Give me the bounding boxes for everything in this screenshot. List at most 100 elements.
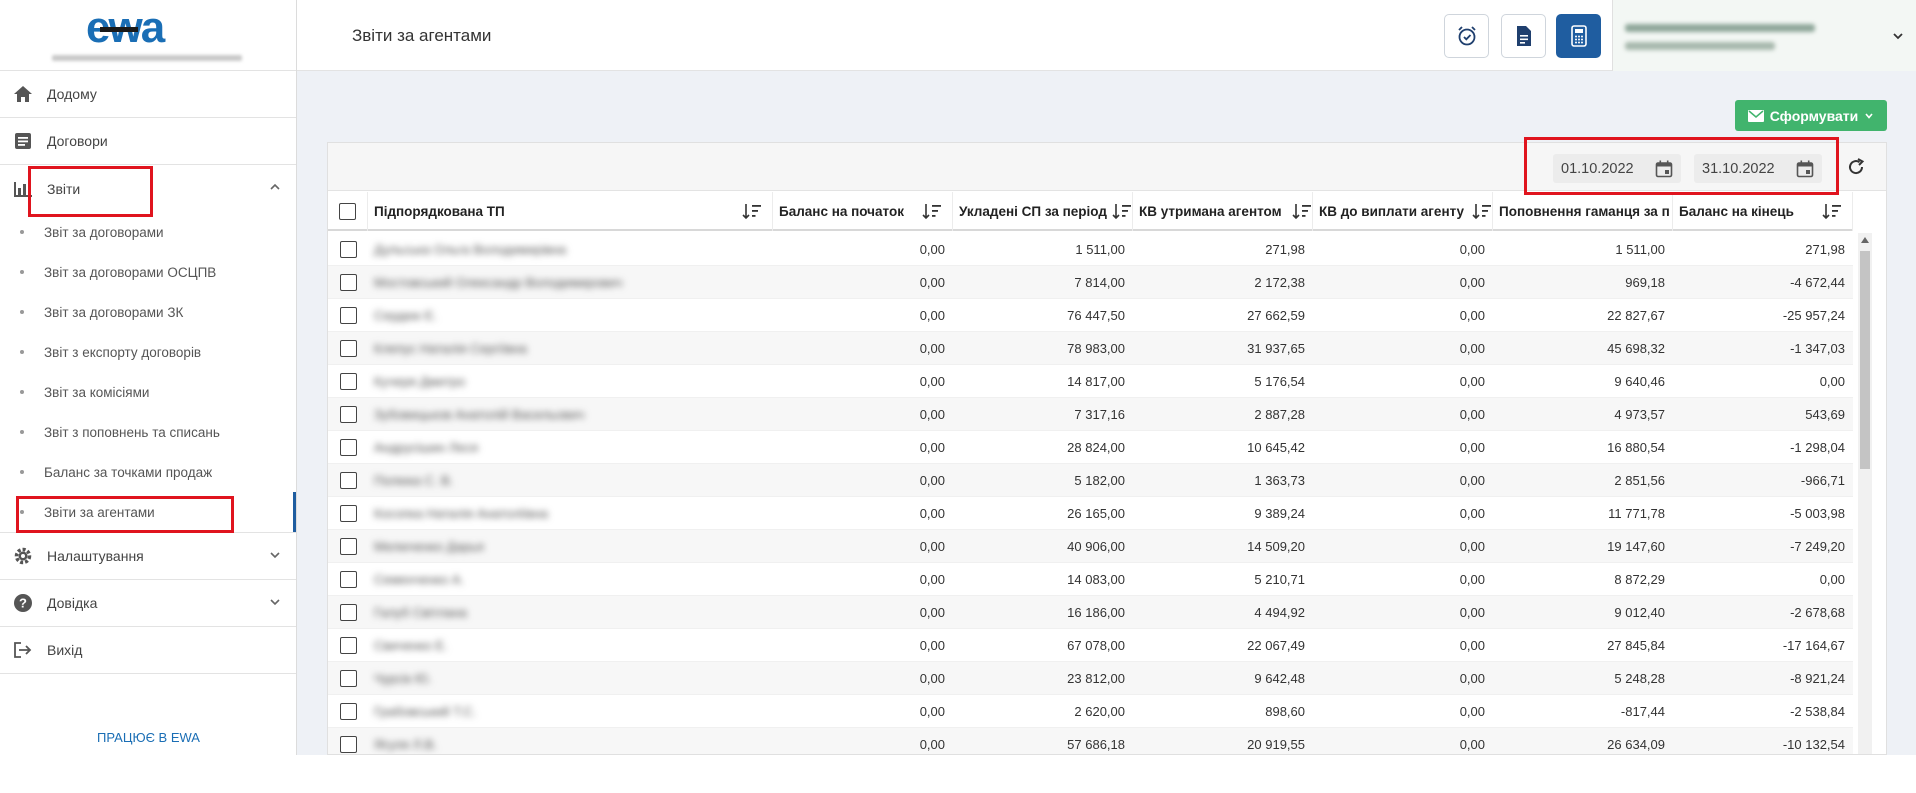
row-checkbox[interactable] — [339, 306, 357, 324]
row-checkbox[interactable] — [339, 735, 357, 753]
row-checkbox[interactable] — [339, 570, 357, 588]
table-row[interactable]: Чурсік Ю. 0,00 23 812,00 9 642,48 0,00 5 248,… — [328, 662, 1853, 695]
row-checkbox[interactable] — [339, 702, 357, 720]
table-row[interactable]: Дульська Ольга Володимирівна 0,00 1 511,00… — [328, 233, 1853, 266]
submenu-item[interactable]: Звіт з експорту договорів — [0, 332, 296, 372]
cell-text: 0,00 — [1819, 571, 1845, 587]
cell-value: 0,00 — [1313, 695, 1493, 728]
generate-button[interactable]: Сформувати — [1735, 100, 1887, 131]
cell-text: 16 186,00 — [1067, 604, 1125, 620]
cell-value: 0,00 — [1313, 662, 1493, 695]
row-checkbox[interactable] — [339, 405, 357, 423]
sort-icon[interactable] — [1292, 202, 1312, 220]
row-checkbox[interactable] — [339, 669, 357, 687]
column-header-tp[interactable]: Підпорядкована ТП — [368, 192, 773, 231]
sidebar-item-contracts[interactable]: Договори — [0, 118, 296, 165]
cell-text: Свиченко Е. — [374, 637, 448, 653]
logo-area[interactable]: ewa — [0, 0, 296, 71]
cell-text: 0,00 — [1459, 307, 1485, 323]
cell-text: Ягуля Л.В. — [374, 736, 438, 752]
table-row[interactable]: Андрусішин Леся 0,00 28 824,00 10 645,42 0,0… — [328, 431, 1853, 464]
table-header: Підпорядкована ТП Баланс на початок Укла… — [328, 192, 1853, 231]
chevron-down-icon[interactable] — [268, 548, 282, 562]
cell-value: 898,60 — [1133, 695, 1313, 728]
chevron-down-icon[interactable] — [1891, 29, 1905, 43]
alarm-clock-icon — [1457, 26, 1476, 46]
cell-text: 0,00 — [1459, 538, 1485, 554]
submenu-item[interactable]: Звіт за комісіями — [0, 372, 296, 412]
documents-button[interactable] — [1501, 14, 1546, 58]
table-row[interactable]: Семенченко А. 0,00 14 083,00 5 210,71 0,00 8 … — [328, 563, 1853, 596]
row-checkbox[interactable] — [339, 537, 357, 555]
table-row[interactable]: Кучеря Дмитро 0,00 14 817,00 5 176,54 0,00 9 … — [328, 365, 1853, 398]
table-row[interactable]: Мостовський Олександр Володимирович 0,00 7… — [328, 266, 1853, 299]
table-row[interactable]: Свиченко Е. 0,00 67 078,00 22 067,49 0,00 27 … — [328, 629, 1853, 662]
column-header-kv-held[interactable]: КВ утримана агентом — [1133, 192, 1313, 231]
refresh-icon[interactable] — [1846, 157, 1866, 177]
table-row[interactable]: Галуб Світлана 0,00 16 186,00 4 494,92 0,00 9… — [328, 596, 1853, 629]
sidebar-item-settings[interactable]: Налаштування — [0, 533, 296, 580]
table-row[interactable]: Мелюченко Дарья 0,00 40 906,00 14 509,20 0,0… — [328, 530, 1853, 563]
cell-tp-name: Галуб Світлана — [368, 596, 773, 629]
row-checkbox[interactable] — [339, 471, 357, 489]
scrollbar-thumb[interactable] — [1860, 251, 1870, 469]
cell-value: 20 919,55 — [1133, 728, 1313, 755]
table-row[interactable]: Полюка С. В. 0,00 5 182,00 1 363,73 0,00 2 85… — [328, 464, 1853, 497]
row-checkbox[interactable] — [339, 273, 357, 291]
cell-text: 14 509,20 — [1247, 538, 1305, 554]
scroll-up-arrow-icon[interactable] — [1861, 237, 1869, 243]
chevron-down-icon[interactable] — [268, 595, 282, 609]
chevron-up-icon[interactable] — [268, 180, 282, 194]
sidebar-item-home[interactable]: Додому — [0, 71, 296, 118]
table-row[interactable]: Косопка Наталія Анатоліївна 0,00 26 165,00… — [328, 497, 1853, 530]
column-header-balance-end[interactable]: Баланс на кінець — [1673, 192, 1853, 231]
vertical-scrollbar[interactable] — [1858, 233, 1872, 754]
table-row[interactable]: Грабовський Т.С. 0,00 2 620,00 898,60 0,00 -8… — [328, 695, 1853, 728]
row-checkbox[interactable] — [339, 636, 357, 654]
table-row[interactable]: Ягуля Л.В. 0,00 57 686,18 20 919,55 0,00 26 6… — [328, 728, 1853, 755]
cell-text: 543,69 — [1805, 406, 1845, 422]
calculator-button[interactable] — [1556, 14, 1601, 58]
submenu-item[interactable]: Звіт за договорами — [0, 212, 296, 252]
table-row[interactable]: Зубовицьков Анатолій Васильович 0,00 7 317… — [328, 398, 1853, 431]
row-checkbox[interactable] — [339, 240, 357, 258]
sort-icon[interactable] — [1822, 202, 1842, 220]
submenu-item[interactable]: Звіт за договорами ЗК — [0, 292, 296, 332]
cell-value: 45 698,32 — [1493, 332, 1673, 365]
generate-button-label: Сформувати — [1769, 107, 1859, 124]
sort-icon[interactable] — [922, 202, 942, 220]
sort-icon[interactable] — [1472, 202, 1492, 220]
cell-value: 0,00 — [773, 431, 953, 464]
alarm-button[interactable] — [1444, 14, 1489, 58]
submenu-item[interactable]: Звіт з поповнень та списань — [0, 412, 296, 452]
submenu-item[interactable]: Баланс за точками продаж — [0, 452, 296, 492]
row-checkbox[interactable] — [339, 504, 357, 522]
table-row[interactable]: Клепус Наталія Сергіївна 0,00 78 983,00 31 … — [328, 332, 1853, 365]
select-all-checkbox[interactable] — [339, 203, 356, 220]
row-checkbox[interactable] — [339, 603, 357, 621]
row-checkbox[interactable] — [339, 438, 357, 456]
report-table-panel: 01.10.2022 31.10.2022 Підпорядкована ТП … — [327, 142, 1887, 755]
cell-text: 0,00 — [1819, 373, 1845, 389]
submenu-label: Звіт з експорту договорів — [44, 344, 202, 360]
row-checkbox[interactable] — [339, 372, 357, 390]
user-account-panel[interactable] — [1612, 0, 1916, 71]
cell-value: 271,98 — [1673, 233, 1853, 266]
works-in-ewa-link[interactable]: ПРАЦЮЄ В EWA — [0, 730, 297, 745]
ewa-logo[interactable]: ewa — [86, 6, 165, 50]
sort-icon[interactable] — [1112, 202, 1132, 220]
column-header-balance-start[interactable]: Баланс на початок — [773, 192, 953, 231]
table-row[interactable]: Сердюк Є. 0,00 76 447,50 27 662,59 0,00 22 82… — [328, 299, 1853, 332]
column-header-contracts[interactable]: Укладені СП за період — [953, 192, 1133, 231]
column-header-wallet-topup[interactable]: Поповнення гаманця за п — [1493, 192, 1673, 231]
submenu-item[interactable]: Звіт за договорами ОСЦПВ — [0, 252, 296, 292]
sidebar-item-help[interactable]: ? Довідка — [0, 580, 296, 627]
cell-text: 0,00 — [1459, 274, 1485, 290]
cell-text: 8 872,29 — [1614, 571, 1665, 587]
cell-text: -966,71 — [1800, 472, 1845, 488]
column-header-kv-payout[interactable]: КВ до виплати агенту — [1313, 192, 1493, 231]
sort-icon[interactable] — [742, 202, 762, 220]
cell-value: 1 511,00 — [1493, 233, 1673, 266]
row-checkbox[interactable] — [339, 339, 357, 357]
sidebar-item-logout[interactable]: Вихід — [0, 627, 296, 674]
